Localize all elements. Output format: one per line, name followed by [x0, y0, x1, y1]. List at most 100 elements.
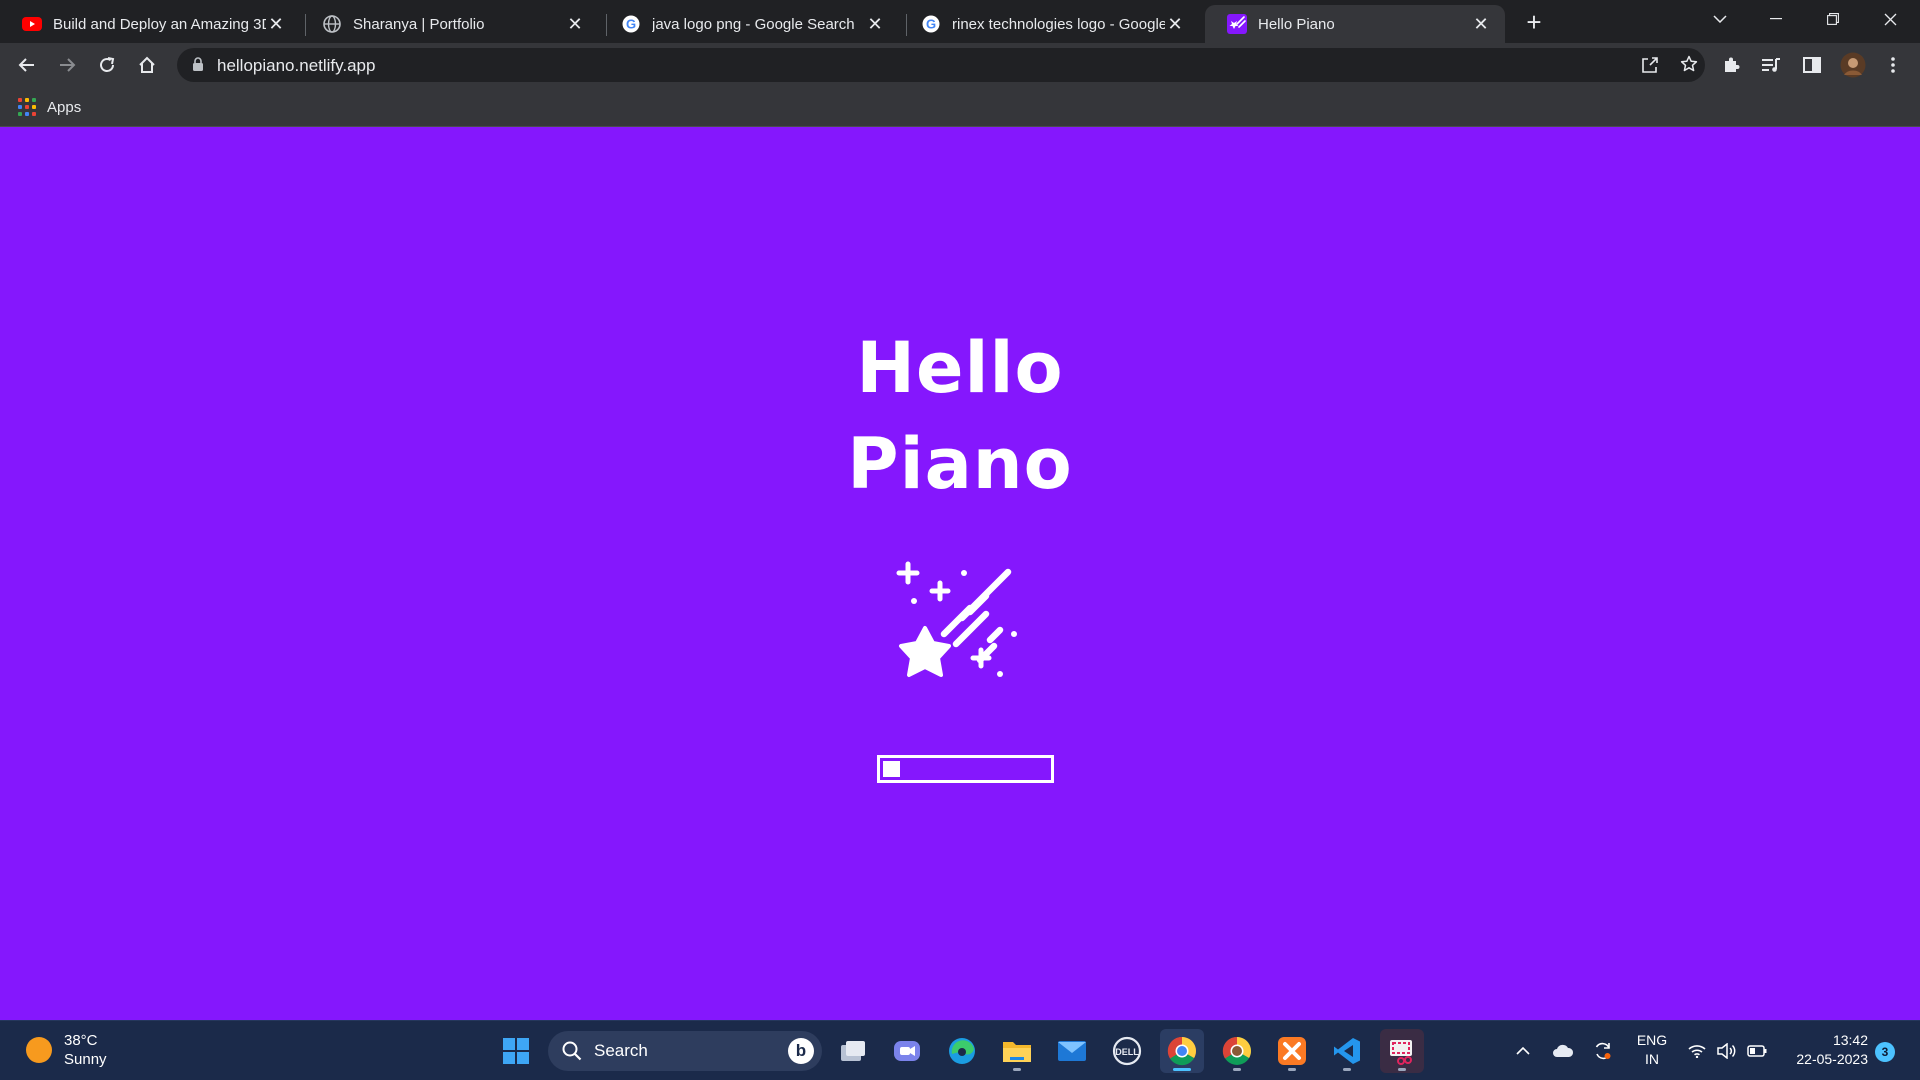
- volume-icon[interactable]: [1714, 1021, 1740, 1080]
- sunny-weather-icon: [26, 1037, 52, 1063]
- tab-sharanya-portfolio[interactable]: Sharanya | Portfolio ✕: [300, 5, 599, 43]
- wifi-icon[interactable]: [1684, 1021, 1710, 1080]
- running-indicator: [1013, 1068, 1021, 1071]
- active-indicator: [1173, 1068, 1191, 1071]
- task-view-icon: [841, 1041, 865, 1061]
- profile-avatar[interactable]: [1838, 50, 1868, 80]
- chrome-profile-button[interactable]: [1215, 1029, 1259, 1073]
- tab-title: Hello Piano: [1258, 15, 1335, 33]
- reload-button[interactable]: [92, 50, 122, 80]
- close-tab-icon[interactable]: ✕: [1165, 14, 1185, 34]
- forward-button[interactable]: [52, 50, 82, 80]
- mail-button[interactable]: [1050, 1029, 1094, 1073]
- close-tab-icon[interactable]: ✕: [565, 14, 585, 34]
- browser-tab-strip: Build and Deploy an Amazing 3D ✕ Sharany…: [0, 0, 1920, 43]
- show-hidden-icons-chevron-icon[interactable]: [1510, 1021, 1536, 1080]
- svg-text:G: G: [926, 17, 936, 32]
- language-indicator[interactable]: ENG IN: [1630, 1031, 1674, 1069]
- side-panel-icon[interactable]: [1797, 50, 1827, 80]
- bookmark-apps[interactable]: Apps: [18, 95, 81, 119]
- onedrive-cloud-icon[interactable]: [1548, 1021, 1578, 1080]
- vscode-button[interactable]: [1325, 1029, 1369, 1073]
- apps-grid-icon: [18, 98, 36, 116]
- close-window-button[interactable]: [1862, 0, 1918, 38]
- close-tab-icon[interactable]: ✕: [865, 14, 885, 34]
- clock-time: 13:42: [1832, 1032, 1868, 1048]
- tab-search-chevron-icon[interactable]: [1692, 0, 1748, 38]
- browser-toolbar: hellopiano.netlify.app: [0, 43, 1920, 87]
- minimize-button[interactable]: [1748, 0, 1804, 38]
- xampp-button[interactable]: [1270, 1029, 1314, 1073]
- search-label: Search: [594, 1041, 648, 1060]
- bookmark-star-icon[interactable]: [1680, 55, 1698, 78]
- browser-menu-icon[interactable]: [1878, 50, 1908, 80]
- tab-hello-piano[interactable]: Hello Piano ✕: [1205, 5, 1505, 43]
- lock-icon[interactable]: [192, 57, 204, 77]
- teams-chat-icon: [894, 1041, 920, 1061]
- close-tab-icon[interactable]: ✕: [1471, 14, 1491, 34]
- svg-text:G: G: [626, 17, 636, 32]
- home-button[interactable]: [132, 50, 162, 80]
- bing-icon[interactable]: b: [788, 1038, 814, 1064]
- loading-progress-bar: [877, 755, 1054, 783]
- edge-button[interactable]: [940, 1029, 984, 1073]
- page-title: Hello Piano: [760, 320, 1160, 512]
- back-button[interactable]: [12, 50, 42, 80]
- bookmarks-bar: Apps: [0, 87, 1920, 127]
- task-view-button[interactable]: [831, 1029, 875, 1073]
- url-text[interactable]: hellopiano.netlify.app: [217, 56, 375, 76]
- weather-condition: Sunny: [64, 1051, 107, 1068]
- title-line-piano: Piano: [847, 423, 1073, 505]
- tab-build-and-deploy[interactable]: Build and Deploy an Amazing 3D ✕: [0, 5, 300, 43]
- start-button[interactable]: [494, 1029, 538, 1073]
- extensions-puzzle-icon[interactable]: [1716, 50, 1746, 80]
- close-tab-icon[interactable]: ✕: [266, 14, 286, 34]
- tab-title: java logo png - Google Search: [652, 15, 855, 33]
- tab-rinex-logo-search[interactable]: G rinex technologies logo - Google ✕: [899, 5, 1199, 43]
- tab-java-logo-search[interactable]: G java logo png - Google Search ✕: [599, 5, 899, 43]
- tab-title: Sharanya | Portfolio: [353, 15, 485, 33]
- weather-temperature: 38°C: [64, 1032, 98, 1049]
- loading-progress-fill: [883, 761, 900, 777]
- vscode-icon: [1334, 1038, 1360, 1064]
- xampp-icon: [1278, 1037, 1306, 1065]
- globe-icon: [322, 14, 342, 34]
- mail-icon: [1058, 1041, 1086, 1061]
- weather-widget[interactable]: 38°C Sunny: [26, 1031, 107, 1069]
- address-bar[interactable]: hellopiano.netlify.app: [177, 48, 1705, 82]
- page-content: Hello Piano: [0, 128, 1920, 1020]
- bookmark-label: Apps: [47, 98, 82, 116]
- language-code: ENG: [1636, 1032, 1668, 1048]
- file-explorer-icon: [1003, 1042, 1031, 1062]
- notification-badge[interactable]: 3: [1875, 1042, 1895, 1062]
- media-queue-icon[interactable]: [1756, 50, 1786, 80]
- google-icon: G: [621, 14, 641, 34]
- chrome-profile-icon: [1222, 1036, 1251, 1065]
- battery-icon[interactable]: [1744, 1021, 1770, 1080]
- hello-piano-favicon-icon: [1227, 14, 1247, 34]
- teams-chat-button[interactable]: [885, 1029, 929, 1073]
- title-line-hello: Hello: [856, 327, 1064, 409]
- sync-update-icon[interactable]: [1588, 1021, 1618, 1080]
- taskbar-search-box[interactable]: Search b: [548, 1031, 822, 1071]
- windows-start-icon: [503, 1038, 529, 1064]
- restore-button[interactable]: [1805, 0, 1861, 38]
- file-explorer-button[interactable]: [995, 1029, 1039, 1073]
- region-code: IN: [1645, 1051, 1659, 1067]
- chrome-icon: [1167, 1036, 1196, 1066]
- shooting-star-icon: [896, 561, 1017, 677]
- new-tab-button[interactable]: +: [1520, 7, 1548, 37]
- svg-text:DELL: DELL: [1115, 1047, 1139, 1057]
- share-icon[interactable]: [1641, 56, 1659, 79]
- dell-button[interactable]: DELL: [1105, 1029, 1149, 1073]
- running-indicator: [1398, 1068, 1406, 1071]
- clock-date: 22-05-2023: [1796, 1051, 1868, 1067]
- system-clock[interactable]: 13:42 22-05-2023: [1778, 1031, 1868, 1069]
- dell-icon: DELL: [1112, 1036, 1142, 1066]
- snipping-tool-button[interactable]: [1380, 1029, 1424, 1073]
- running-indicator: [1343, 1068, 1351, 1071]
- search-icon: [562, 1041, 582, 1061]
- chrome-button[interactable]: [1160, 1029, 1204, 1073]
- google-icon: G: [921, 14, 941, 34]
- running-indicator: [1233, 1068, 1241, 1071]
